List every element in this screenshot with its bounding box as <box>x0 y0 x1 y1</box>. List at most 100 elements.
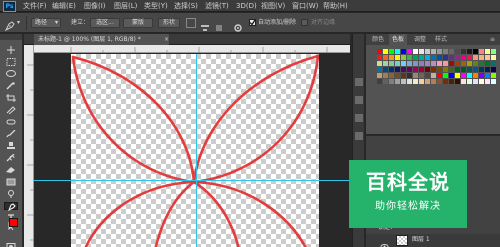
color-swatch[interactable] <box>455 49 460 54</box>
color-swatch[interactable] <box>461 73 466 78</box>
color-swatch[interactable] <box>491 67 496 72</box>
color-swatch[interactable] <box>395 79 400 84</box>
color-swatch[interactable] <box>491 73 496 78</box>
color-swatch[interactable] <box>437 67 442 72</box>
panel-menu-icon[interactable]: ≡ <box>490 35 495 44</box>
color-swatch[interactable] <box>419 73 424 78</box>
color-swatch[interactable] <box>413 73 418 78</box>
tab-adjustments[interactable]: 调整 <box>411 34 429 45</box>
quick-mask-icon[interactable] <box>4 236 18 247</box>
color-swatch[interactable] <box>401 73 406 78</box>
color-swatch[interactable] <box>419 61 424 66</box>
color-swatch[interactable] <box>479 61 484 66</box>
color-swatch[interactable] <box>437 55 442 60</box>
auto-add-delete-checkbox[interactable] <box>249 19 256 26</box>
path-alignment-icon[interactable] <box>200 18 210 31</box>
color-swatch[interactable] <box>461 55 466 60</box>
color-swatch[interactable] <box>455 67 460 72</box>
color-swatch[interactable] <box>383 49 388 54</box>
color-swatch[interactable] <box>395 49 400 54</box>
color-swatch[interactable] <box>485 73 490 78</box>
color-swatch[interactable] <box>377 55 382 60</box>
color-swatch[interactable] <box>437 61 442 66</box>
color-swatch[interactable] <box>425 79 430 84</box>
tool-preset-arrow[interactable]: ▾ <box>17 18 20 28</box>
color-swatch[interactable] <box>431 73 436 78</box>
color-swatch[interactable] <box>389 55 394 60</box>
color-swatch[interactable] <box>485 67 490 72</box>
color-swatch[interactable] <box>395 67 400 72</box>
color-swatch[interactable] <box>389 61 394 66</box>
color-swatch[interactable] <box>449 61 454 66</box>
color-swatch[interactable] <box>413 55 418 60</box>
color-swatch[interactable] <box>473 73 478 78</box>
history-brush-tool-icon[interactable] <box>4 154 18 162</box>
color-swatch[interactable] <box>425 61 430 66</box>
color-swatch[interactable] <box>407 55 412 60</box>
layer-name[interactable]: 图层 1 <box>412 236 430 244</box>
path-operations-icon[interactable] <box>186 18 196 28</box>
color-swatch[interactable] <box>413 61 418 66</box>
brush-tool-icon[interactable] <box>4 130 18 138</box>
clone-stamp-tool-icon[interactable] <box>4 142 18 150</box>
mask-button[interactable]: 蒙版 <box>123 18 153 28</box>
color-swatch[interactable] <box>443 55 448 60</box>
color-swatch[interactable] <box>467 49 472 54</box>
color-swatch[interactable] <box>377 73 382 78</box>
marquee-tool-icon[interactable] <box>4 58 18 66</box>
color-swatch[interactable] <box>473 79 478 84</box>
color-swatch[interactable] <box>377 61 382 66</box>
color-swatch[interactable] <box>461 67 466 72</box>
info-panel-icon[interactable] <box>355 114 363 122</box>
menu-select[interactable]: 选择(S) <box>174 1 198 11</box>
color-swatch[interactable] <box>419 55 424 60</box>
color-swatch[interactable] <box>491 55 496 60</box>
color-swatch[interactable] <box>413 79 418 84</box>
tab-swatches[interactable]: 色板 <box>389 34 408 45</box>
color-swatch[interactable] <box>449 49 454 54</box>
menu-3d[interactable]: 3D(D) <box>236 1 257 11</box>
color-swatch[interactable] <box>383 73 388 78</box>
path-arrangement-icon[interactable] <box>214 18 224 31</box>
color-swatch[interactable] <box>383 55 388 60</box>
dodge-tool-icon[interactable] <box>4 190 18 198</box>
vertical-guide[interactable] <box>196 54 197 247</box>
properties-panel-icon[interactable] <box>355 96 363 104</box>
color-swatch[interactable] <box>431 61 436 66</box>
color-swatch[interactable] <box>443 49 448 54</box>
mode-select[interactable]: 路径 ▾ <box>31 18 61 28</box>
color-swatch[interactable] <box>455 73 460 78</box>
color-swatch[interactable] <box>419 67 424 72</box>
tab-styles[interactable]: 样式 <box>432 34 450 45</box>
history-panel-icon[interactable] <box>355 78 363 86</box>
menu-window[interactable]: 窗口(W) <box>292 1 318 11</box>
gear-icon[interactable] <box>233 18 243 32</box>
color-swatch[interactable] <box>473 67 478 72</box>
crop-tool-icon[interactable] <box>4 94 18 102</box>
color-swatch[interactable] <box>383 61 388 66</box>
color-swatch[interactable] <box>437 73 442 78</box>
menu-type[interactable]: 类型(Y) <box>144 1 168 11</box>
layer-thumbnail[interactable] <box>396 235 408 246</box>
color-swatch[interactable] <box>425 55 430 60</box>
color-swatch[interactable] <box>485 61 490 66</box>
color-swatch[interactable] <box>377 79 382 84</box>
color-swatch[interactable] <box>479 67 484 72</box>
color-swatch[interactable] <box>467 55 472 60</box>
color-swatch[interactable] <box>377 67 382 72</box>
layer-row[interactable]: 图层 1 <box>366 234 500 247</box>
color-swatch[interactable] <box>425 67 430 72</box>
healing-brush-tool-icon[interactable] <box>4 118 18 126</box>
eye-icon[interactable] <box>380 236 389 247</box>
color-swatch[interactable] <box>437 79 442 84</box>
color-swatch[interactable] <box>425 49 430 54</box>
color-swatch[interactable] <box>419 49 424 54</box>
character-panel-icon[interactable] <box>355 132 363 140</box>
color-swatch[interactable] <box>431 49 436 54</box>
color-swatch[interactable] <box>461 49 466 54</box>
color-swatch[interactable] <box>443 67 448 72</box>
menu-edit[interactable]: 编辑(E) <box>52 1 76 11</box>
color-swatch[interactable] <box>491 79 496 84</box>
color-swatch[interactable] <box>389 79 394 84</box>
color-swatch[interactable] <box>467 61 472 66</box>
